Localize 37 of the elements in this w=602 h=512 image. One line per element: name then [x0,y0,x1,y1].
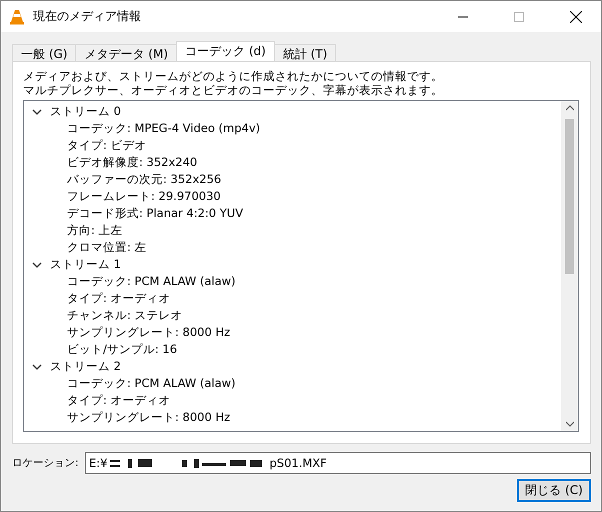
tree-item[interactable]: ビット/サンプル: 16 [67,342,178,357]
tab[interactable]: 一般 (G) [12,44,76,61]
close-button[interactable]: 閉じる (C) [517,479,591,502]
tree-item[interactable]: チャンネル: ステレオ [67,308,183,323]
chevron-icon[interactable] [32,362,42,372]
tree-item[interactable]: ストリーム 2 [50,359,121,374]
window-title: 現在のメディア情報 [33,8,141,25]
tree-item[interactable]: ビデオ解像度: 352x240 [67,155,198,170]
tab[interactable]: メタデータ (M) [75,44,178,61]
tree-item[interactable]: コーデック: PCM ALAW (alaw) [67,376,236,391]
close-icon[interactable] [570,10,582,22]
tree-item[interactable]: タイプ: ビデオ [67,138,147,153]
tree-item[interactable]: クロマ位置: 左 [67,240,147,255]
tree-item[interactable]: デコード形式: Planar 4:2:0 YUV [67,206,244,221]
tree-item[interactable]: サンプリングレート: 8000 Hz [67,410,230,425]
location-label: ロケーション: [12,456,80,470]
chevron-icon[interactable] [32,260,42,270]
chevron-icon[interactable] [32,106,42,116]
scroll-up-icon[interactable] [566,105,574,111]
tree-item[interactable]: 方向: 上左 [67,223,123,238]
tree-item[interactable]: コーデック: PCM ALAW (alaw) [67,274,236,289]
tree-item[interactable]: ストリーム 1 [50,257,121,272]
tree-item[interactable]: サンプリングレート: 8000 Hz [67,325,230,340]
location-field[interactable]: E:¥ pS01.MXF [85,452,591,474]
tree-item[interactable]: タイプ: オーディオ [67,393,171,408]
scroll-down-icon[interactable] [566,421,574,427]
traffic-cone-icon [9,8,25,24]
description-text: マルチプレクサー、オーディオとビデオのコーデック、字幕が表示されます。 [23,83,444,97]
tree-item[interactable]: コーデック: MPEG-4 Video (mp4v) [67,121,260,136]
tree-item[interactable]: ストリーム 0 [50,104,121,119]
tree-item[interactable]: タイプ: オーディオ [67,291,171,306]
scrollbar[interactable] [561,101,578,431]
tree-item[interactable]: フレームレート: 29.970030 [67,189,221,204]
tab[interactable]: 統計 (T) [274,44,336,61]
description-text: メディアおよび、ストリームがどのように作成されたかについての情報です。 [23,69,444,83]
tab[interactable]: コーデック (d) [176,41,275,61]
tree-item[interactable]: バッファーの次元: 352x256 [67,172,222,187]
